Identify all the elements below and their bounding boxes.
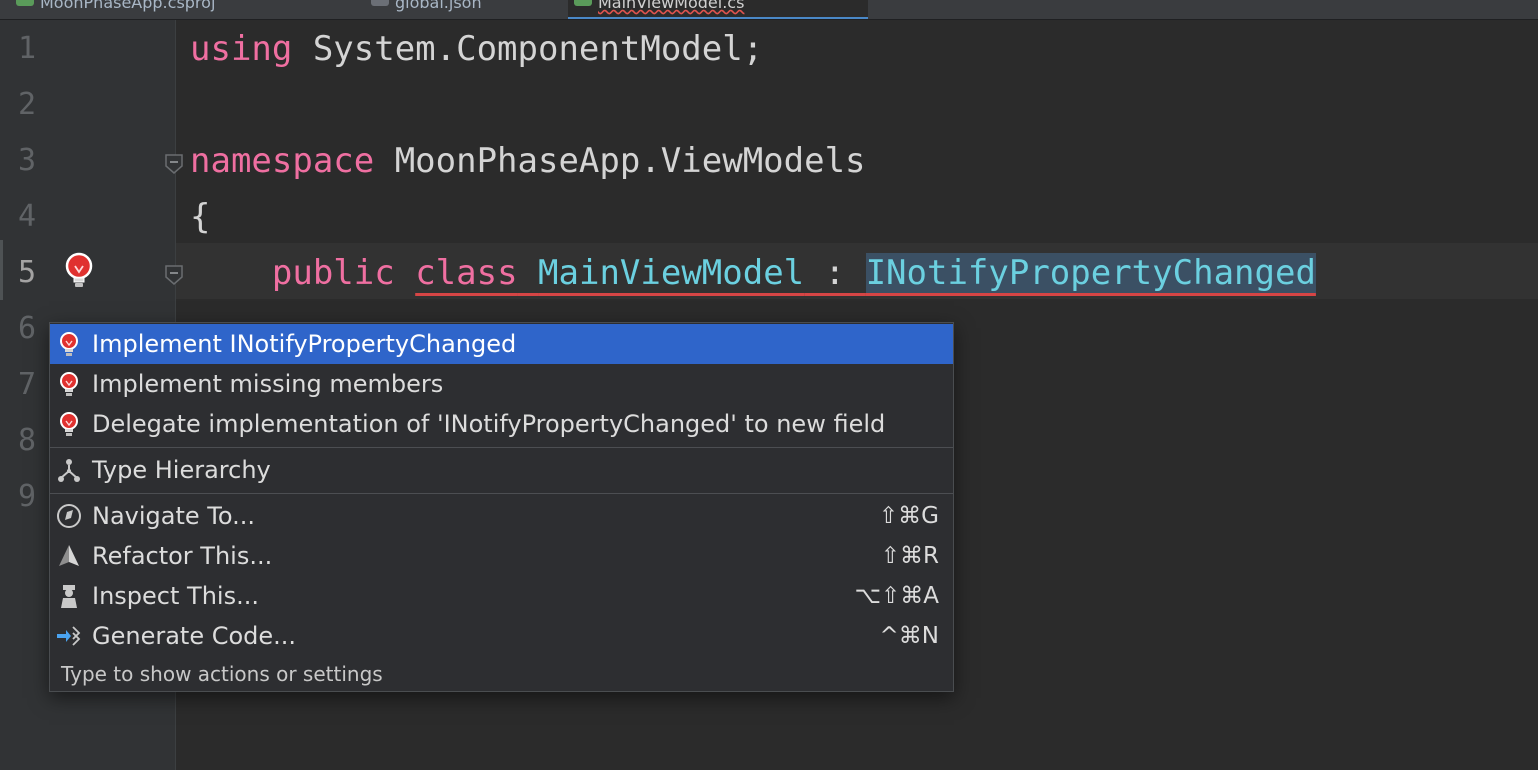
scroll-marker	[0, 240, 3, 300]
line-number: 7	[18, 367, 37, 402]
tab-label: MainViewModel.cs	[598, 0, 745, 12]
generate-icon	[56, 623, 82, 649]
menu-separator	[50, 447, 953, 448]
line-number: 5	[18, 255, 37, 290]
menu-item-label: Navigate To...	[92, 502, 256, 530]
popup-hint-text: Type to show actions or settings	[61, 662, 383, 686]
code-editor[interactable]: 1 2 3 4 5 6 7 8 9 using System.Component…	[0, 20, 1538, 770]
bulb-icon	[56, 411, 82, 437]
menu-item-refactor-this[interactable]: Refactor This... ⇧⌘R	[50, 536, 953, 576]
menu-item-shortcut: ⇧⌘R	[880, 543, 939, 569]
tab-main-view-model[interactable]: MainViewModel.cs	[568, 0, 868, 19]
keyword: namespace	[190, 141, 375, 181]
menu-item-inspect-this[interactable]: Inspect This... ⌥⇧⌘A	[50, 576, 953, 616]
menu-separator	[50, 493, 953, 494]
code-text: {	[190, 197, 211, 237]
bulb-icon	[56, 331, 82, 357]
code-line-current: public class MainViewModel : INotifyProp…	[190, 245, 1316, 301]
menu-item-label: Generate Code...	[92, 622, 297, 650]
csharp-file-icon	[574, 0, 592, 6]
line-number: 9	[18, 479, 37, 514]
menu-item-generate-code[interactable]: Generate Code... ^⌘N	[50, 616, 953, 656]
code-text: MoonPhaseApp.ViewModels	[374, 141, 866, 181]
line-number: 3	[18, 143, 37, 178]
menu-item-delegate-implementation[interactable]: Delegate implementation of 'INotifyPrope…	[50, 404, 953, 444]
hierarchy-icon	[56, 457, 82, 483]
tab-csproj[interactable]: MoonPhaseApp.csproj	[10, 0, 350, 19]
line-number: 2	[18, 87, 37, 122]
line-number: 8	[18, 423, 37, 458]
line-number: 6	[18, 311, 37, 346]
menu-item-label: Implement INotifyPropertyChanged	[92, 330, 517, 358]
csharp-file-icon	[16, 0, 34, 6]
menu-item-navigate-to[interactable]: Navigate To... ⇧⌘G	[50, 496, 953, 536]
colon: :	[804, 253, 866, 293]
quick-actions-popup: Implement INotifyPropertyChanged Impleme…	[49, 322, 954, 692]
tab-global-json[interactable]: global.json	[365, 0, 555, 19]
class-name: MainViewModel	[538, 253, 805, 293]
code-line: namespace MoonPhaseApp.ViewModels	[190, 133, 866, 189]
line-number: 1	[18, 31, 37, 66]
menu-item-label: Delegate implementation of 'INotifyPrope…	[92, 410, 886, 438]
line-number: 4	[18, 199, 37, 234]
menu-item-label: Implement missing members	[92, 370, 444, 398]
prism-icon	[56, 543, 82, 569]
menu-item-label: Type Hierarchy	[92, 456, 271, 484]
fold-toggle-icon[interactable]	[163, 153, 185, 175]
keyword-with-error: class	[415, 253, 518, 293]
menu-item-shortcut: ^⌘N	[879, 623, 939, 649]
compass-icon	[56, 503, 82, 529]
code-line: {	[190, 189, 210, 245]
menu-item-implement-missing-members[interactable]: Implement missing members	[50, 364, 953, 404]
code-text: System.ComponentModel;	[292, 29, 764, 69]
code-line: using System.ComponentModel;	[190, 21, 763, 77]
editor-tab-bar: MoonPhaseApp.csproj global.json MainView…	[0, 0, 1538, 20]
menu-item-type-hierarchy[interactable]: Type Hierarchy	[50, 450, 953, 490]
fold-toggle-icon[interactable]	[163, 264, 185, 286]
menu-item-label: Inspect This...	[92, 582, 259, 610]
menu-item-shortcut: ⇧⌘G	[878, 503, 939, 529]
tab-label: global.json	[395, 0, 482, 12]
json-file-icon	[371, 0, 389, 6]
bulb-icon	[56, 371, 82, 397]
inspector-icon	[56, 583, 82, 609]
keyword: using	[190, 29, 293, 69]
interface-name[interactable]: INotifyPropertyChanged	[865, 253, 1316, 293]
keyword: public	[271, 253, 395, 293]
menu-item-implement-inotify[interactable]: Implement INotifyPropertyChanged	[50, 324, 953, 364]
menu-item-label: Refactor This...	[92, 542, 273, 570]
menu-item-shortcut: ⌥⇧⌘A	[854, 583, 939, 609]
quick-fix-bulb-icon[interactable]	[64, 252, 94, 294]
tab-label: MoonPhaseApp.csproj	[40, 0, 216, 12]
